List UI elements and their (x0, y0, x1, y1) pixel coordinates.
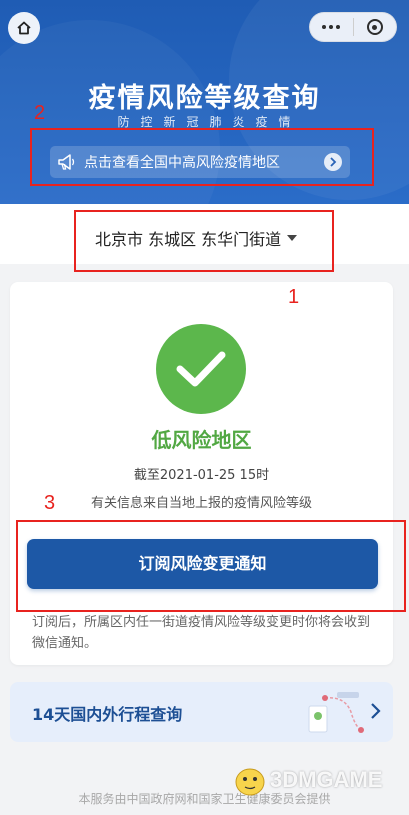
travel-query-link[interactable]: 14天国内外行程查询 (10, 682, 393, 742)
annotation-number-1: 1 (288, 286, 300, 308)
home-icon (17, 21, 31, 35)
watermark: 3DMGAME (230, 760, 382, 800)
chevron-right-icon (371, 703, 381, 719)
home-button[interactable] (8, 12, 40, 44)
mascot-icon (235, 768, 265, 796)
more-dots-icon[interactable] (310, 25, 353, 29)
risk-level: 低风险地区 (151, 428, 252, 452)
page-title: 疫情风险等级查询 (88, 83, 321, 114)
annotation-box-3 (16, 520, 406, 612)
deadline-text: 截至2021-01-25 15时 (133, 468, 270, 483)
subscribe-note: 订阅后，所属区内任一街道疫情风险等级变更时你将会收到微信通知。 (32, 615, 371, 651)
travel-label: 14天国内外行程查询 (32, 705, 183, 724)
miniprogram-capsule (309, 12, 397, 42)
annotation-number-2: 2 (34, 102, 46, 124)
annotation-box-1 (74, 210, 334, 272)
close-target-icon[interactable] (354, 19, 397, 35)
annotation-box-2 (30, 128, 374, 186)
check-shield-icon (156, 324, 246, 414)
source-text: 有关信息来自当地上报的疫情风险等级 (90, 496, 312, 511)
watermark-text: 3DMGAME (270, 767, 383, 792)
annotation-number-3: 3 (44, 492, 56, 514)
map-route-icon (308, 692, 364, 733)
